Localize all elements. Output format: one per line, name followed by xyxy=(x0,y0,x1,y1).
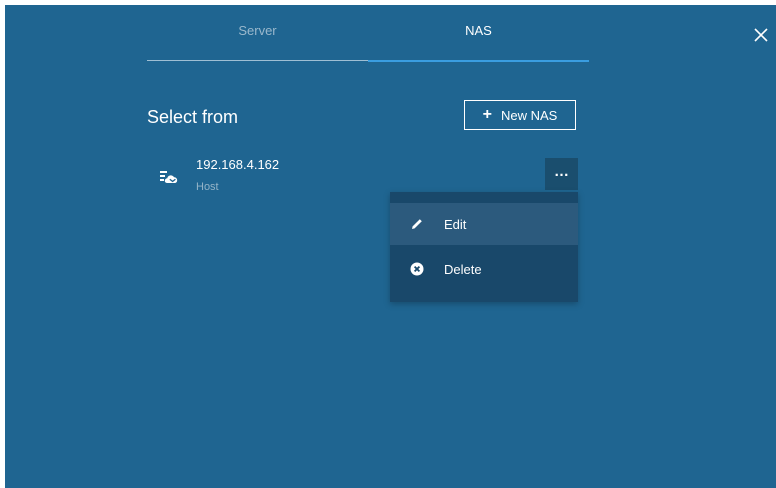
menu-item-label: Edit xyxy=(444,216,467,232)
menu-item-delete[interactable]: Delete xyxy=(390,248,578,290)
pencil-icon xyxy=(410,217,424,231)
close-icon[interactable] xyxy=(752,26,770,44)
menu-item-edit[interactable]: Edit xyxy=(390,203,578,245)
tab-server[interactable]: Server xyxy=(147,5,368,61)
new-nas-label: New NAS xyxy=(500,107,558,123)
new-nas-button[interactable]: + New NAS xyxy=(464,100,576,130)
more-options-button[interactable]: … xyxy=(545,158,578,190)
close-circle-icon xyxy=(410,262,424,276)
nas-dialog: Server NAS Select from + New NAS 192.168… xyxy=(5,5,776,488)
context-menu: Edit Delete xyxy=(390,192,578,302)
nas-ip-address: 192.168.4.162 xyxy=(196,157,280,172)
nas-role: Host xyxy=(196,181,219,193)
nas-cloud-icon xyxy=(160,169,180,185)
tab-bar: Server NAS xyxy=(147,5,589,62)
page-title: Select from xyxy=(147,107,239,127)
tab-nas[interactable]: NAS xyxy=(368,5,589,62)
menu-item-label: Delete xyxy=(444,261,482,277)
plus-icon: + xyxy=(482,106,492,123)
